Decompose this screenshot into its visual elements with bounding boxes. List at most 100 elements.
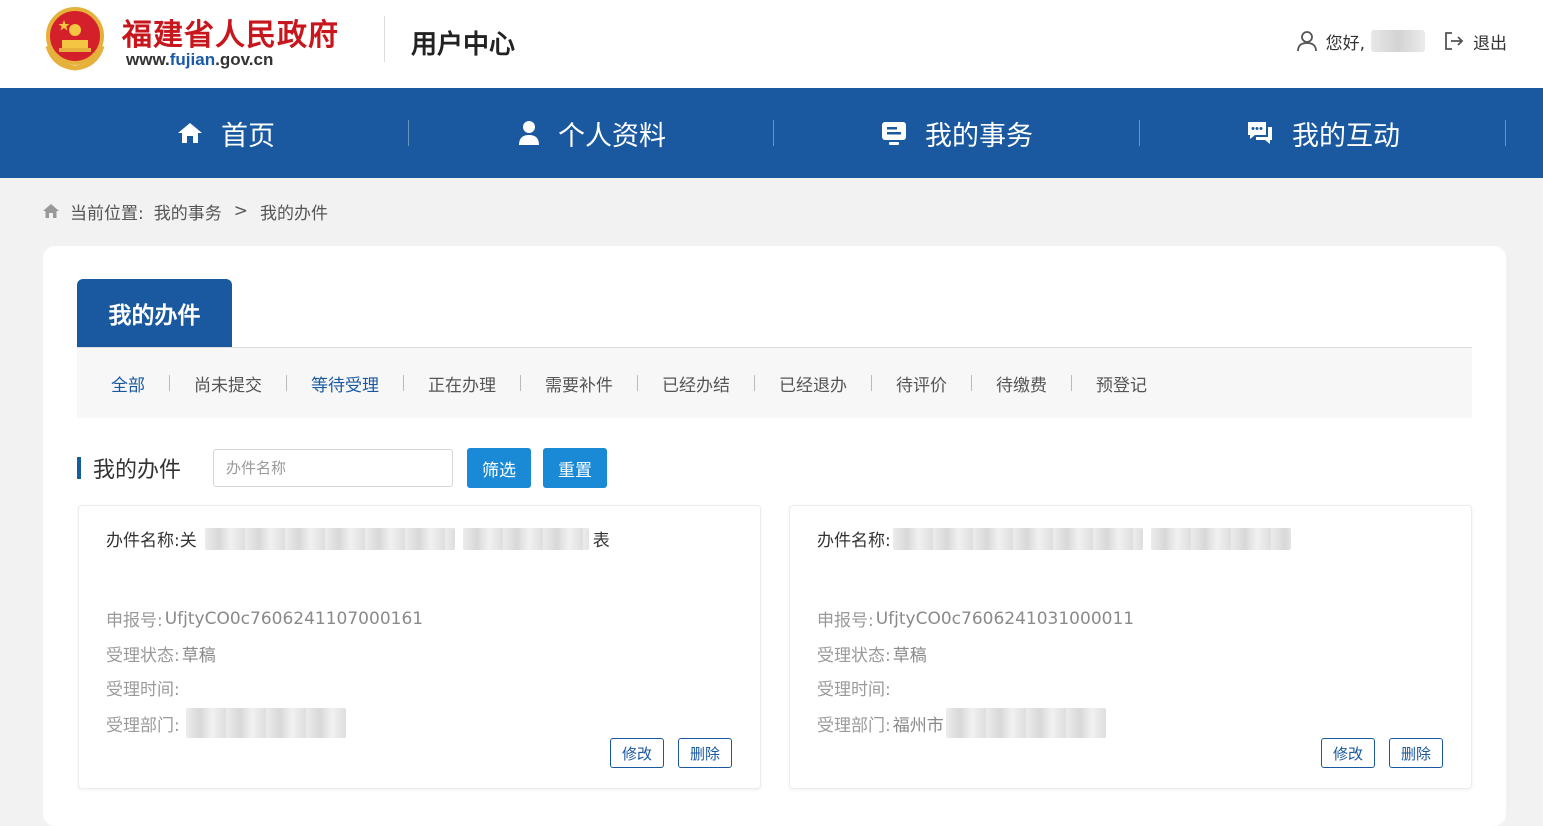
report-number-label: 申报号: bbox=[106, 611, 163, 631]
card-actions: 修改 删除 bbox=[1307, 738, 1443, 768]
filter-button[interactable]: 筛选 bbox=[467, 448, 532, 488]
user-area: 您好, 退出 bbox=[1296, 28, 1507, 54]
department-label: 受理部门: bbox=[106, 715, 180, 736]
case-name-redacted bbox=[204, 527, 455, 550]
tab-my-cases[interactable]: 我的办件 bbox=[77, 279, 232, 347]
breadcrumb-item-affairs[interactable]: 我的事务 bbox=[154, 199, 222, 224]
user-greeting[interactable]: 您好, bbox=[1296, 29, 1443, 54]
nav-item-home[interactable]: 首页 bbox=[43, 88, 409, 178]
case-card[interactable]: 办件名称: 关 表 申报号: UfjtyCO0c7606241107000161… bbox=[78, 505, 761, 789]
filter-separator bbox=[286, 375, 287, 391]
section-title: 我的办件 bbox=[93, 458, 182, 483]
case-name-row: 办件名称: bbox=[817, 526, 1291, 551]
filter-to-evaluate[interactable]: 待评价 bbox=[896, 371, 947, 396]
site-name[interactable]: 福建省人民政府 bbox=[122, 10, 339, 54]
department-redacted bbox=[185, 708, 346, 738]
case-name-label: 办件名称: bbox=[817, 531, 891, 551]
accept-time-label: 受理时间: bbox=[106, 680, 180, 700]
nav-label-affairs: 我的事务 bbox=[925, 120, 1033, 152]
report-number-value: UfjtyCO0c7606241031000011 bbox=[875, 608, 1135, 629]
task-icon bbox=[882, 122, 906, 145]
nav-label-interaction: 我的互动 bbox=[1292, 120, 1400, 152]
username-redacted bbox=[1371, 30, 1425, 52]
case-name-label: 办件名称: bbox=[106, 531, 180, 551]
case-name-redacted bbox=[462, 527, 589, 550]
nav-item-affairs[interactable]: 我的事务 bbox=[774, 88, 1140, 178]
department-redacted bbox=[945, 708, 1106, 738]
filter-separator bbox=[1071, 375, 1072, 391]
site-header: 福建省人民政府 www.fujian.gov.cn 用户中心 您好, 退出 bbox=[0, 0, 1543, 88]
filter-returned[interactable]: 已经退办 bbox=[779, 371, 847, 396]
case-name-value: 关 bbox=[179, 531, 197, 551]
case-card[interactable]: 办件名称: 申报号: UfjtyCO0c7606241031000011 受理状… bbox=[789, 505, 1472, 789]
edit-button[interactable]: 修改 bbox=[1320, 738, 1375, 768]
nav-item-interaction[interactable]: 我的互动 bbox=[1140, 88, 1506, 178]
filter-separator bbox=[403, 375, 404, 391]
card-actions: 修改 删除 bbox=[596, 738, 732, 768]
status-value: 草稿 bbox=[181, 646, 216, 666]
delete-button[interactable]: 删除 bbox=[1388, 738, 1443, 768]
nav-separator bbox=[1505, 120, 1506, 146]
delete-button[interactable]: 删除 bbox=[677, 738, 732, 768]
section-header: 我的办件 筛选 重置 bbox=[77, 446, 619, 490]
report-number-label: 申报号: bbox=[817, 611, 874, 631]
logout-label: 退出 bbox=[1473, 33, 1507, 54]
department-label: 受理部门: bbox=[817, 715, 891, 736]
filter-separator bbox=[520, 375, 521, 391]
national-emblem-icon[interactable] bbox=[42, 6, 108, 72]
logout-icon bbox=[1445, 32, 1464, 50]
nav-item-profile[interactable]: 个人资料 bbox=[409, 88, 775, 178]
page-title: 用户中心 bbox=[411, 30, 516, 60]
filter-separator bbox=[754, 375, 755, 391]
filter-completed[interactable]: 已经办结 bbox=[662, 371, 730, 396]
report-number-row: 申报号: UfjtyCO0c7606241031000011 bbox=[817, 606, 1135, 632]
breadcrumb: 当前位置: 我的事务 > 我的办件 bbox=[42, 198, 328, 224]
status-value: 草稿 bbox=[892, 646, 927, 666]
site-url-prefix: www. bbox=[126, 50, 170, 69]
breadcrumb-separator: > bbox=[233, 201, 248, 221]
filter-needs-supplement[interactable]: 需要补件 bbox=[545, 371, 613, 396]
filter-separator bbox=[169, 375, 170, 391]
status-row: 受理状态: 草稿 bbox=[817, 641, 927, 666]
section-accent-bar bbox=[77, 457, 81, 479]
breadcrumb-prefix: 当前位置: bbox=[70, 203, 144, 224]
department-value: 福州市 bbox=[892, 715, 944, 736]
status-label: 受理状态: bbox=[106, 646, 180, 666]
home-small-icon bbox=[43, 204, 59, 218]
status-label: 受理状态: bbox=[817, 646, 891, 666]
home-icon bbox=[178, 123, 202, 143]
case-name-tail: 表 bbox=[592, 531, 610, 551]
header-divider bbox=[384, 16, 385, 62]
case-name-redacted bbox=[1150, 527, 1291, 550]
department-row: 受理部门: bbox=[106, 708, 346, 738]
edit-button[interactable]: 修改 bbox=[609, 738, 664, 768]
accept-time-row: 受理时间: bbox=[106, 675, 182, 700]
filter-separator bbox=[871, 375, 872, 391]
accept-time-row: 受理时间: bbox=[817, 675, 893, 700]
case-name-redacted bbox=[892, 527, 1143, 550]
status-row: 受理状态: 草稿 bbox=[106, 641, 216, 666]
filter-to-pay[interactable]: 待缴费 bbox=[996, 371, 1047, 396]
content-panel: 我的办件 全部 尚未提交 等待受理 正在办理 需要补件 已经办结 已经退办 待评… bbox=[43, 246, 1506, 826]
filter-separator bbox=[971, 375, 972, 391]
report-number-row: 申报号: UfjtyCO0c7606241107000161 bbox=[106, 606, 423, 632]
case-name-row: 办件名称: 关 表 bbox=[106, 526, 610, 551]
breadcrumb-item-current: 我的办件 bbox=[259, 203, 328, 224]
nav-label-home: 首页 bbox=[221, 120, 275, 152]
chat-icon bbox=[1248, 122, 1272, 144]
reset-button[interactable]: 重置 bbox=[543, 448, 608, 488]
filter-pre-registration[interactable]: 预登记 bbox=[1096, 371, 1147, 396]
user-outline-icon bbox=[1296, 31, 1317, 52]
filter-all[interactable]: 全部 bbox=[111, 371, 145, 396]
site-url[interactable]: www.fujian.gov.cn bbox=[126, 50, 273, 70]
nav-label-profile: 个人资料 bbox=[558, 120, 666, 152]
logout-button[interactable]: 退出 bbox=[1443, 29, 1507, 54]
department-row: 受理部门: 福州市 bbox=[817, 708, 1106, 738]
filter-awaiting-acceptance[interactable]: 等待受理 bbox=[311, 371, 379, 396]
site-url-suffix: .gov.cn bbox=[215, 50, 274, 69]
filter-processing[interactable]: 正在办理 bbox=[428, 371, 496, 396]
filter-not-submitted[interactable]: 尚未提交 bbox=[194, 371, 262, 396]
filter-separator bbox=[637, 375, 638, 391]
accept-time-label: 受理时间: bbox=[817, 680, 891, 700]
case-name-search-input[interactable] bbox=[213, 449, 454, 487]
